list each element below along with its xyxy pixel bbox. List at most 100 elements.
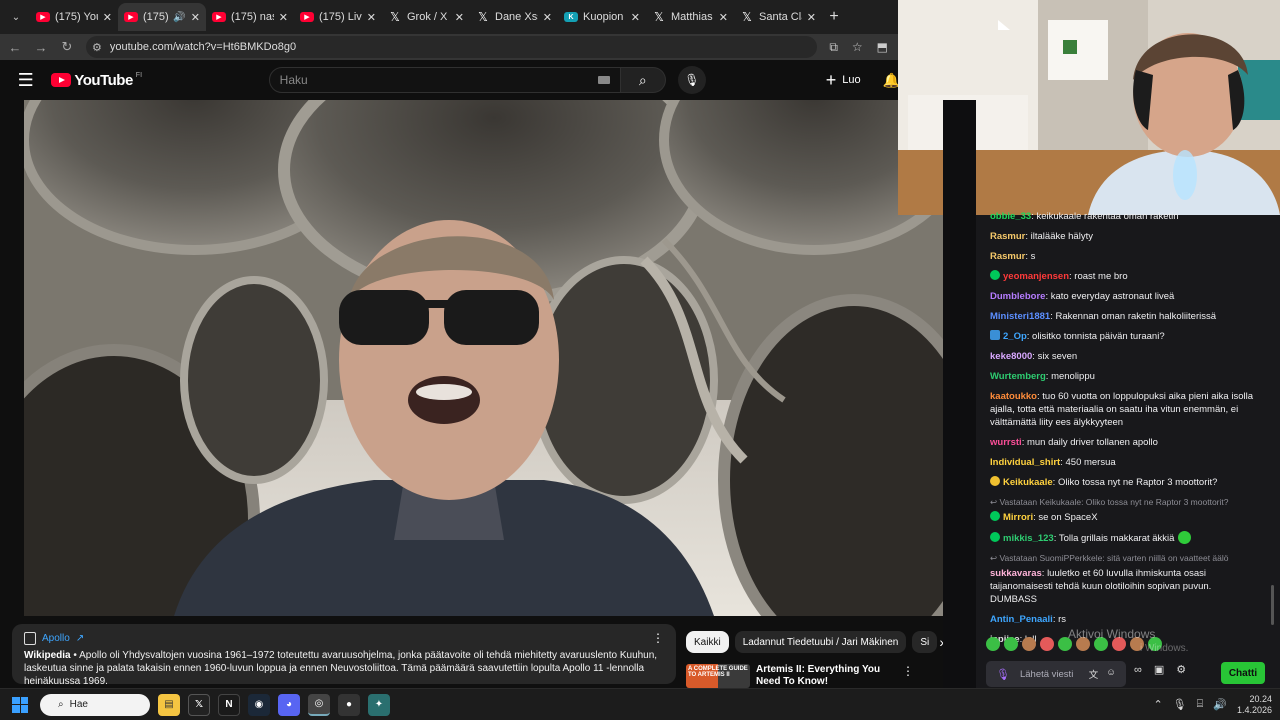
chat-username[interactable]: Dumblebore: [990, 291, 1045, 302]
chat-badge-icon[interactable]: [990, 330, 1000, 340]
browser-tab[interactable]: K Kuopion h ✕: [558, 3, 646, 31]
settings-gear-icon[interactable]: ⚙: [1176, 663, 1186, 676]
x-app-icon[interactable]: 𝕏: [188, 693, 210, 716]
obs-icon[interactable]: ●: [338, 693, 360, 716]
close-tab-icon[interactable]: ✕: [191, 11, 200, 24]
search-input[interactable]: Haku: [268, 67, 621, 93]
chat-message[interactable]: Antin_Penaali: rs: [990, 613, 1260, 626]
chip-similar[interactable]: Si: [912, 631, 938, 653]
youtube-logo[interactable]: YouTube FI: [51, 72, 268, 89]
close-tab-icon[interactable]: ✕: [367, 11, 376, 24]
chat-message[interactable]: Dumblebore: kato everyday astronaut live…: [990, 290, 1260, 303]
chat-message[interactable]: wurrsti: mun daily driver tollanen apoll…: [990, 436, 1260, 449]
close-tab-icon[interactable]: ✕: [455, 11, 464, 24]
chat-username[interactable]: Wurtemberg: [990, 371, 1046, 382]
chat-message[interactable]: obbie_33: keikukaale rakentaa oman raket…: [990, 210, 1260, 223]
chat-badge-icon[interactable]: [990, 511, 1000, 521]
notion-icon[interactable]: N: [218, 693, 240, 716]
browser-tab[interactable]: ▶ (175) Ar 🔊 ✕: [118, 3, 206, 31]
bookmark-star-icon[interactable]: ☆: [852, 40, 863, 55]
chip-all[interactable]: Kaikki: [686, 631, 729, 653]
more-options-icon[interactable]: ⋮: [652, 631, 664, 645]
related-video-title[interactable]: Artemis II: Everything You Need To Know!: [756, 664, 896, 690]
chat-message[interactable]: mikkis_123: Tolla grillais makkarat äkki…: [990, 531, 1260, 545]
create-button[interactable]: + Luo: [826, 70, 861, 91]
related-video-item[interactable]: A COMPLETE GUIDE TO ARTEMIS II Artemis I…: [686, 664, 956, 690]
browser-tab[interactable]: 𝕏 Dane Xssä ✕: [470, 3, 558, 31]
store-icon[interactable]: ▣: [1154, 663, 1164, 676]
start-button[interactable]: [0, 696, 40, 713]
network-icon[interactable]: ⌸: [1197, 698, 1204, 711]
chat-username[interactable]: yeomanjensen: [1003, 271, 1069, 282]
chat-message[interactable]: Wurtemberg: menolippu: [990, 370, 1260, 383]
close-tab-icon[interactable]: ✕: [631, 11, 640, 24]
chevron-up-icon[interactable]: ⌃: [1153, 698, 1162, 711]
chat-message[interactable]: Ministeri1881: Rakennan oman raketin hal…: [990, 310, 1260, 323]
chat-message[interactable]: Rasmur: s: [990, 250, 1260, 263]
taskbar-search[interactable]: ⌕ Hae: [40, 693, 150, 716]
more-options-icon[interactable]: ⋮: [902, 664, 914, 690]
chat-username[interactable]: Keikukaale: [1003, 477, 1053, 488]
tab-audio-icon[interactable]: 🔊: [173, 12, 185, 23]
channel-points-icon[interactable]: ∞: [1134, 664, 1142, 676]
browser-tab[interactable]: 𝕏 Santa Clau ✕: [734, 3, 822, 31]
chat-message[interactable]: keke8000: six seven: [990, 350, 1260, 363]
chat-username[interactable]: sukkavaras: [990, 568, 1042, 579]
install-icon[interactable]: ⧉: [829, 40, 838, 55]
translate-icon[interactable]: 文: [1089, 667, 1099, 681]
chat-username[interactable]: kaatoukko: [990, 391, 1037, 402]
app-icon[interactable]: ✦: [368, 693, 390, 716]
file-explorer-icon[interactable]: ▤: [158, 693, 180, 716]
chat-scrollbar[interactable]: [1271, 585, 1274, 625]
search-button[interactable]: ⌕: [620, 67, 667, 93]
emoji-icon[interactable]: ☺: [1106, 667, 1116, 681]
reload-icon[interactable]: ↻: [60, 39, 74, 55]
chip-uploader[interactable]: Ladannut Tiedetuubi / Jari Mäkinen: [734, 631, 907, 653]
chat-username[interactable]: Mirrori: [1003, 512, 1033, 523]
forward-icon[interactable]: →: [34, 40, 48, 55]
chat-username[interactable]: Ministeri1881: [990, 311, 1050, 322]
chat-message[interactable]: Individual_shirt: 450 mersua: [990, 456, 1260, 469]
chat-username[interactable]: Rasmur: [990, 251, 1025, 262]
microphone-icon[interactable]: 🎙: [996, 668, 1010, 681]
close-tab-icon[interactable]: ✕: [807, 11, 816, 24]
chat-badge-icon[interactable]: [990, 270, 1000, 280]
keyboard-icon[interactable]: [597, 76, 610, 84]
chat-username[interactable]: Individual_shirt: [990, 457, 1060, 468]
site-info-icon[interactable]: ⚙: [92, 41, 102, 54]
chat-input[interactable]: 🎙 Lähetä viesti 文 ☺: [986, 661, 1126, 687]
address-bar[interactable]: ⚙ youtube.com/watch?v=Ht6BMKDo8g0: [86, 36, 818, 58]
chat-message[interactable]: Rasmur: iltalääke hälyty: [990, 230, 1260, 243]
emote[interactable]: [986, 637, 1000, 651]
back-icon[interactable]: ←: [8, 40, 22, 55]
volume-icon[interactable]: 🔊: [1213, 698, 1227, 711]
close-tab-icon[interactable]: ✕: [279, 11, 288, 24]
chat-message[interactable]: yeomanjensen: roast me bro: [990, 270, 1260, 283]
browser-tab[interactable]: 𝕏 Matthias S ✕: [646, 3, 734, 31]
chat-badge-icon[interactable]: [990, 476, 1000, 486]
new-tab-button[interactable]: +: [822, 8, 846, 26]
chat-username[interactable]: mikkis_123: [1003, 533, 1054, 544]
emote[interactable]: [1022, 637, 1036, 651]
chat-username[interactable]: Rasmur: [990, 231, 1025, 242]
chat-username[interactable]: 2_Op: [1003, 331, 1027, 342]
chat-username[interactable]: wurrsti: [990, 437, 1022, 448]
related-video-thumbnail[interactable]: A COMPLETE GUIDE TO ARTEMIS II: [686, 664, 750, 688]
browser-tab[interactable]: 𝕏 Grok / X ✕: [382, 3, 470, 31]
video-player[interactable]: [24, 100, 943, 616]
close-tab-icon[interactable]: ✕: [543, 11, 552, 24]
chat-username[interactable]: obbie_33: [990, 211, 1031, 222]
chat-message[interactable]: Keikukaale: Oliko tossa nyt ne Raptor 3 …: [990, 476, 1260, 489]
menu-icon[interactable]: ☰: [0, 70, 51, 91]
discord-icon[interactable]: ◕: [278, 693, 300, 716]
chat-username[interactable]: keke8000: [990, 351, 1032, 362]
voice-search-button[interactable]: 🎙: [678, 66, 706, 94]
tab-search-icon[interactable]: ⌄: [6, 7, 26, 27]
chat-emote[interactable]: [1178, 531, 1192, 544]
chat-message[interactable]: Vastataan SuomiPPerkkele: sitä varten ni…: [990, 552, 1260, 606]
chat-username[interactable]: Antin_Penaali: [990, 614, 1053, 625]
emote[interactable]: [1040, 637, 1054, 651]
browser-tab[interactable]: ▶ (175) YouTu ✕: [30, 3, 118, 31]
external-link-icon[interactable]: ↗: [76, 633, 84, 644]
chat-send-button[interactable]: Chatti: [1221, 662, 1265, 684]
